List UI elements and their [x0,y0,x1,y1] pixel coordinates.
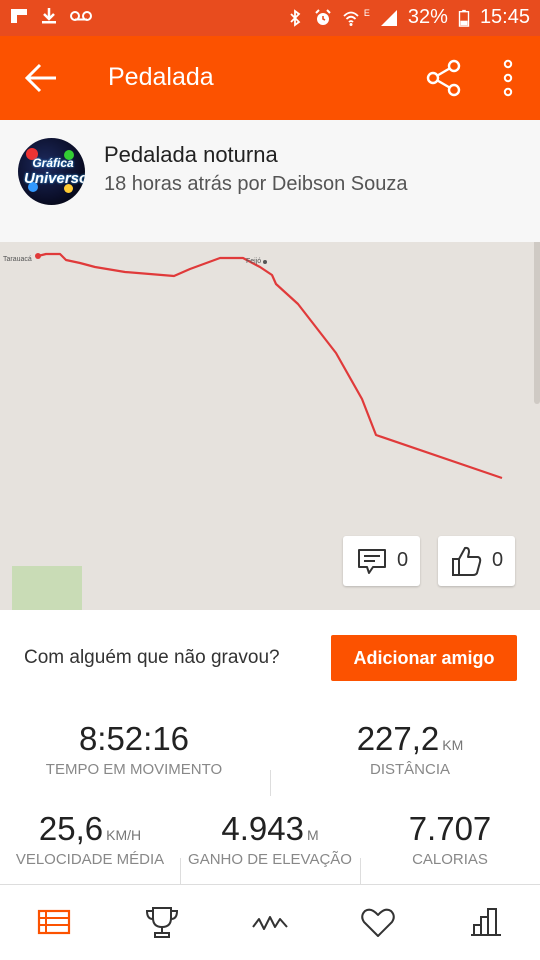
map-place-label: Feijó [246,258,262,265]
comments-button[interactable]: 0 [343,536,420,586]
app-bar: Pedalada [0,36,540,120]
stat-calories: 7.707 CALORIAS [364,810,536,868]
stat-label: CALORIAS [412,851,488,868]
battery-icon [458,9,470,27]
wifi-icon [343,11,359,26]
stat-label: VELOCIDADE MÉDIA [15,851,165,868]
more-vert-icon [503,59,513,97]
invite-row: Com alguém que não gravou? Adicionar ami… [0,610,540,700]
back-button[interactable] [20,58,64,98]
clock-time: 15:45 [479,6,530,28]
alarm-icon [315,8,331,25]
bluetooth-icon [290,8,301,27]
comment-icon [358,549,386,574]
nav-profile-stats[interactable] [466,905,506,941]
nav-challenges[interactable] [142,905,182,941]
thumbs-up-icon [452,546,482,576]
avatar-logo-text: Gráfica Universo [24,156,85,187]
share-button[interactable] [424,58,464,98]
activity-graph-icon [252,916,288,930]
stat-elevation-gain: 4.943 M GANHO DE ELEVAÇÃO [184,810,356,868]
invite-prompt: Com alguém que não gravou? [24,647,280,668]
stat-moving-time: 8:52:16 TEMPO EM MOVIMENTO [14,720,254,778]
comments-count: 0 [397,549,409,571]
flipboard-icon [11,9,27,23]
voicemail-icon [70,11,92,21]
stat-avg-speed: 25,6 KM/H VELOCIDADE MÉDIA [6,810,174,868]
page-title: Pedalada [108,63,214,91]
heart-icon [361,908,395,937]
stat-value: 8:52:16 [78,720,190,757]
activity-title: Pedalada noturna [104,142,278,167]
nav-favorites[interactable] [358,905,398,941]
stat-label: DISTÂNCIA [369,761,450,778]
stat-value: 25,6 KM/H [38,810,142,847]
feed-icon [37,909,71,935]
avatar[interactable]: Gráfica Universo [18,138,85,205]
more-options-button[interactable] [494,58,522,98]
stat-value: 4.943 M [221,810,319,847]
trophy-icon [145,907,179,938]
stat-divider [180,858,181,884]
network-type-indicator: E [363,7,370,18]
stats-bars-icon [471,908,501,936]
activity-subtitle[interactable]: 18 horas atrás por Deibson Souza [104,173,408,196]
stat-divider [360,858,361,884]
battery-percent: 32% [407,6,448,28]
kudos-button[interactable]: 0 [438,536,515,586]
bottom-nav [0,884,540,960]
stat-divider [270,770,271,796]
stat-label: GANHO DE ELEVAÇÃO [188,851,352,868]
stat-value: 227,2 KM [356,720,464,757]
stat-label: TEMPO EM MOVIMENTO [45,761,223,778]
activity-header: Gráfica Universo Pedalada noturna 18 hor… [0,120,540,242]
map-scrollbar[interactable] [534,242,540,404]
nav-feed[interactable] [34,905,74,941]
arrow-back-icon [24,63,56,93]
nav-training[interactable] [250,905,290,941]
status-bar: E 32% 15:45 [0,0,540,36]
add-friend-button[interactable]: Adicionar amigo [331,635,517,681]
share-icon [426,59,461,97]
map-place-label: Tarauacá [3,256,32,263]
kudos-count: 0 [492,549,504,571]
map-green-area [12,566,82,610]
signal-icon [380,9,397,26]
stat-value: 7.707 [408,810,492,847]
stat-distance: 227,2 KM DISTÂNCIA [290,720,530,778]
download-icon [42,8,56,24]
